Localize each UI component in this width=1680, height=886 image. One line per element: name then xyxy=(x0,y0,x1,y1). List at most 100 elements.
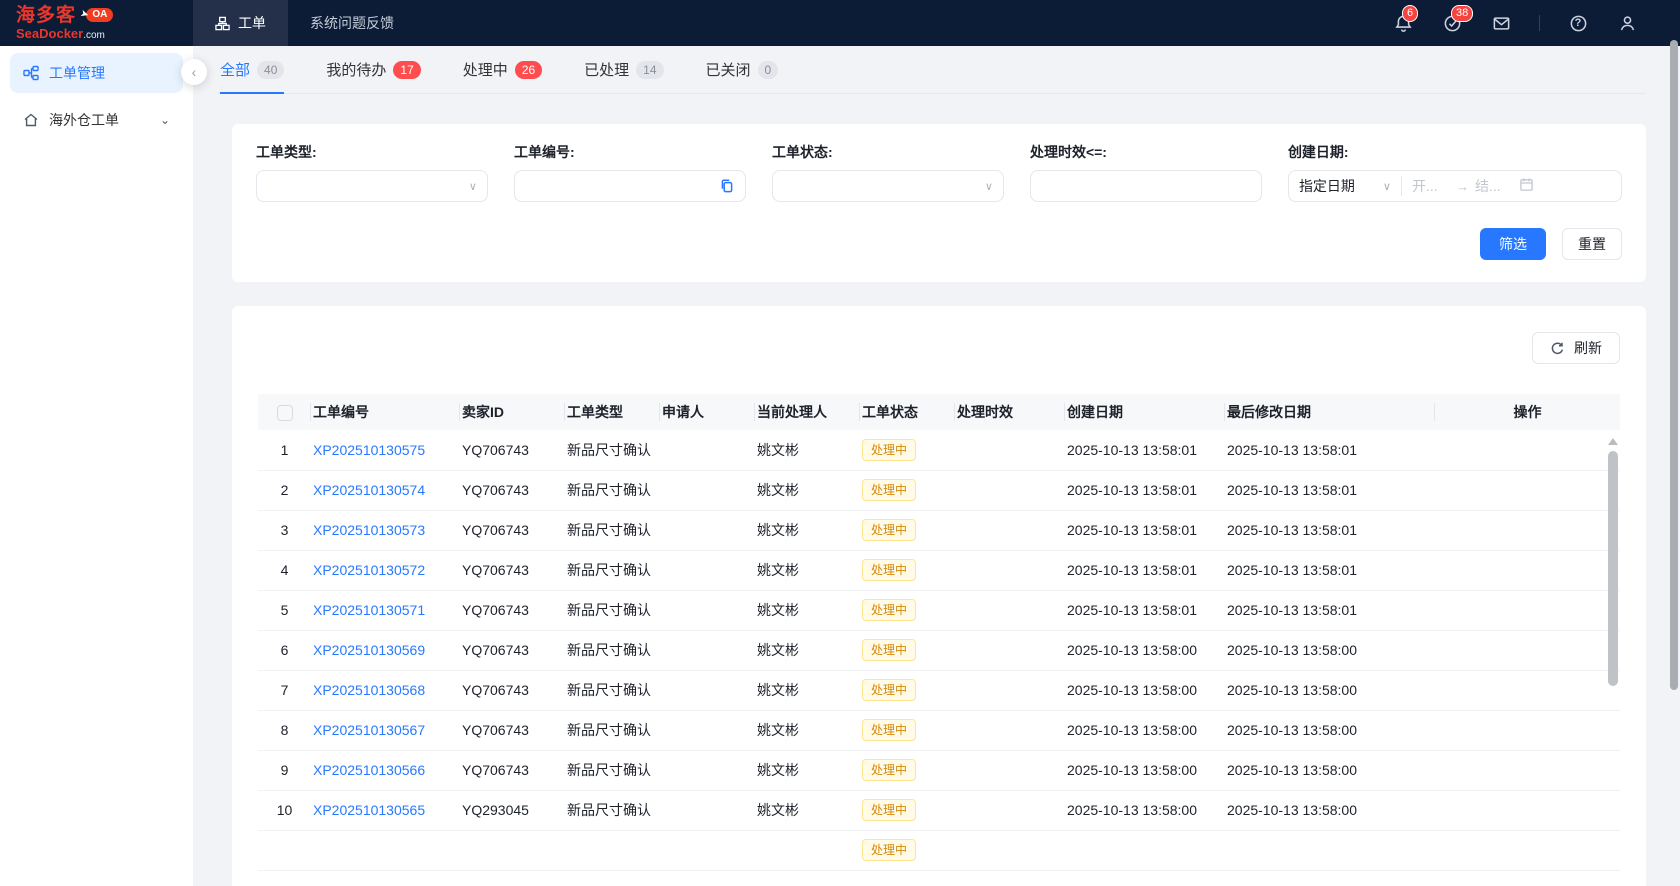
table-scrollbar-thumb[interactable] xyxy=(1608,451,1618,686)
notification-bell-button[interactable]: 6 xyxy=(1392,12,1414,34)
seller-id-cell: YQ706743 xyxy=(460,590,565,630)
sidebar-collapse-button[interactable]: ‹ xyxy=(181,59,207,85)
chevron-down-icon: ∨ xyxy=(985,180,993,193)
table-row: 7 XP202510130568 YQ706743 新品尺寸确认 姚文彬 处理中… xyxy=(258,670,1620,710)
row-index: 8 xyxy=(258,710,311,750)
tab-count-badge: 14 xyxy=(636,61,663,79)
workorder-type-select[interactable]: ∨ xyxy=(256,170,488,202)
applicant-cell xyxy=(660,430,755,470)
nav-item-feedback[interactable]: 系统问题反馈 xyxy=(288,0,416,46)
actions-cell xyxy=(1435,790,1620,830)
user-button[interactable] xyxy=(1616,12,1638,34)
status-badge: 处理中 xyxy=(862,519,916,541)
select-all-checkbox[interactable] xyxy=(277,405,293,421)
seller-id-cell: YQ706743 xyxy=(460,510,565,550)
sla-cell xyxy=(955,510,1065,550)
nav-item-label: 系统问题反馈 xyxy=(310,13,394,33)
col-status: 工单状态 xyxy=(860,394,955,430)
handler-cell: 姚文彬 xyxy=(755,430,860,470)
filter-submit-button[interactable]: 筛选 xyxy=(1480,228,1546,260)
date-start-input[interactable] xyxy=(1412,178,1450,194)
sla-cell xyxy=(955,710,1065,750)
order-number-link[interactable]: XP202510130571 xyxy=(313,602,425,618)
tab-count-badge: 17 xyxy=(393,61,420,79)
tab-label: 处理中 xyxy=(463,59,508,80)
mail-button[interactable] xyxy=(1490,12,1512,34)
actions-cell xyxy=(1435,630,1620,670)
tab-all[interactable]: 全部 40 xyxy=(220,59,284,94)
status-tabs: 全部 40 我的待办 17 处理中 26 已处理 14 已关闭 0 xyxy=(218,59,1646,94)
logo-en-text: SeaDocker xyxy=(16,26,83,41)
tab-my-todo[interactable]: 我的待办 17 xyxy=(326,59,420,94)
handler-cell xyxy=(755,830,860,870)
table-row: 10 XP202510130565 YQ293045 新品尺寸确认 姚文彬 处理… xyxy=(258,790,1620,830)
type-cell: 新品尺寸确认 xyxy=(565,750,660,790)
seller-id-cell: YQ706743 xyxy=(460,670,565,710)
filter-field-sla: 处理时效<=: xyxy=(1030,142,1262,202)
filter-reset-button[interactable]: 重置 xyxy=(1562,228,1622,260)
order-number-link[interactable]: XP202510130572 xyxy=(313,562,425,578)
app-logo[interactable]: 海多客 ➤ OA SeaDocker.com xyxy=(0,0,193,46)
col-applicant: 申请人 xyxy=(660,394,755,430)
sidebar-item-overseas-warehouse[interactable]: 海外仓工单 ⌄ xyxy=(10,100,183,140)
applicant-cell xyxy=(660,830,755,870)
modified-date-cell: 2025-10-13 13:58:00 xyxy=(1225,630,1435,670)
order-number-link[interactable]: XP202510130573 xyxy=(313,522,425,538)
paste-copy-button[interactable] xyxy=(719,178,735,194)
tab-count-badge: 26 xyxy=(515,61,542,79)
row-index: 2 xyxy=(258,470,311,510)
order-number-link[interactable]: XP202510130565 xyxy=(313,802,425,818)
task-check-button[interactable]: 38 xyxy=(1441,12,1463,34)
order-number-link[interactable]: XP202510130574 xyxy=(313,482,425,498)
workorder-number-input[interactable] xyxy=(525,178,719,194)
logo-cn-text: 海多客 xyxy=(16,6,76,25)
handler-cell: 姚文彬 xyxy=(755,710,860,750)
filter-field-created-date: 创建日期: 指定日期 ∨ → xyxy=(1288,142,1622,202)
handler-cell: 姚文彬 xyxy=(755,790,860,830)
logo-oa-badge: OA xyxy=(86,8,113,22)
modified-date-cell: 2025-10-13 13:58:01 xyxy=(1225,430,1435,470)
filter-label: 工单类型: xyxy=(256,142,488,162)
tab-closed[interactable]: 已关闭 0 xyxy=(706,59,779,94)
scroll-up-arrow-icon[interactable] xyxy=(1608,438,1618,445)
question-mark-glyph: ? xyxy=(1575,17,1582,29)
table-row: 处理中 xyxy=(258,830,1620,870)
type-cell: 新品尺寸确认 xyxy=(565,710,660,750)
chevron-down-icon: ∨ xyxy=(1383,180,1391,193)
page-scrollbar-thumb[interactable] xyxy=(1670,40,1678,690)
order-number-link[interactable]: XP202510130575 xyxy=(313,442,425,458)
workorder-status-select[interactable]: ∨ xyxy=(772,170,1004,202)
modified-date-cell: 2025-10-13 13:58:01 xyxy=(1225,590,1435,630)
actions-cell xyxy=(1435,710,1620,750)
created-date-cell: 2025-10-13 13:58:01 xyxy=(1065,430,1225,470)
sla-cell xyxy=(955,550,1065,590)
row-index xyxy=(258,830,311,870)
order-number-link[interactable]: XP202510130569 xyxy=(313,642,425,658)
help-button[interactable]: ? xyxy=(1567,12,1589,34)
sla-input[interactable] xyxy=(1041,178,1251,194)
date-mode-select[interactable]: 指定日期 ∨ xyxy=(1289,176,1401,196)
nav-item-workorder[interactable]: 工单 xyxy=(193,0,288,46)
actions-cell xyxy=(1435,590,1620,630)
sla-cell xyxy=(955,750,1065,790)
order-number-link[interactable]: XP202510130568 xyxy=(313,682,425,698)
tab-processing[interactable]: 处理中 26 xyxy=(463,59,542,94)
sidebar-item-workorder-management[interactable]: 工单管理 xyxy=(10,53,183,93)
applicant-cell xyxy=(660,590,755,630)
applicant-cell xyxy=(660,550,755,590)
seller-id-cell: YQ706743 xyxy=(460,430,565,470)
order-number-link[interactable]: XP202510130566 xyxy=(313,762,425,778)
filter-label: 工单状态: xyxy=(772,142,1004,162)
bell-count-badge: 6 xyxy=(1402,5,1418,22)
topbar-actions: 6 38 ? xyxy=(1392,0,1680,46)
row-index: 4 xyxy=(258,550,311,590)
date-end-input[interactable] xyxy=(1475,178,1513,194)
order-number-link[interactable]: XP202510130567 xyxy=(313,722,425,738)
tab-processed[interactable]: 已处理 14 xyxy=(584,59,663,94)
modified-date-cell: 2025-10-13 13:58:00 xyxy=(1225,790,1435,830)
applicant-cell xyxy=(660,630,755,670)
handler-cell: 姚文彬 xyxy=(755,590,860,630)
status-badge: 处理中 xyxy=(862,559,916,581)
modified-date-cell xyxy=(1225,830,1435,870)
refresh-button[interactable]: 刷新 xyxy=(1532,332,1620,364)
